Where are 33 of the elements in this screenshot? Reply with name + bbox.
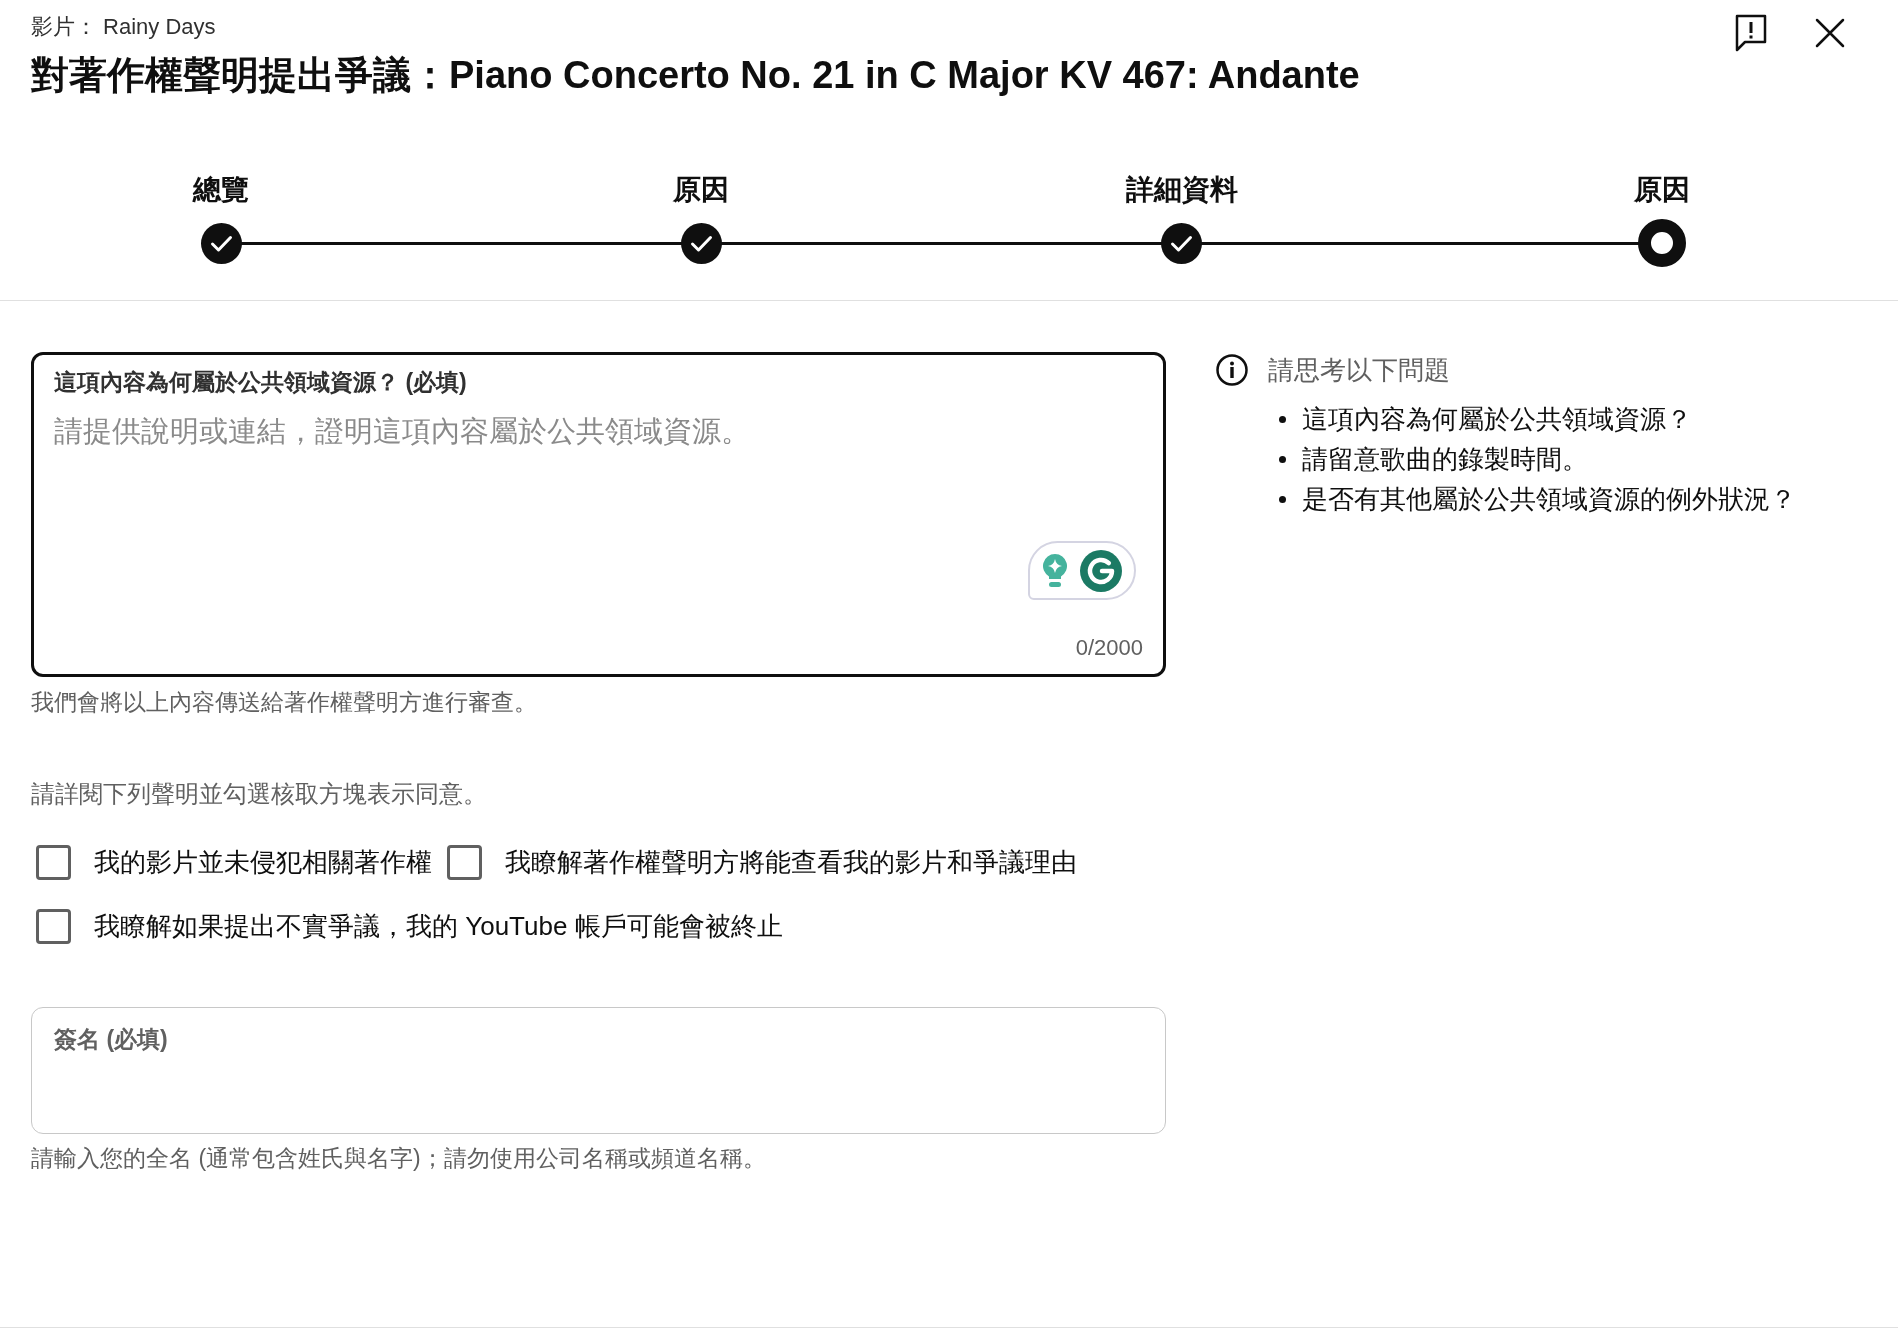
- checkbox-label: 我瞭解著作權聲明方將能查看我的影片和爭議理由: [505, 846, 1077, 878]
- step-label: 詳細資料: [1125, 173, 1238, 207]
- helper-text: 請輸入您的全名 (通常包含姓氏與名字)；請勿使用公司名稱或頻道名稱。: [31, 1144, 766, 1172]
- helper-text: 我們會將以上內容傳送給著作權聲明方進行審查。: [31, 688, 537, 716]
- checkbox-label: 我的影片並未侵犯相關著作權: [94, 846, 432, 878]
- text-area-field[interactable]: 這項內容為何屬於公共領域資源？ (必填) 請提供說明或連結，證明這項內容屬於公共領域資源。 0/2000: [31, 352, 1166, 677]
- tip-text: 這項內容為何屬於公共領域資源？: [1302, 403, 1692, 436]
- step-label: 原因: [673, 173, 730, 207]
- close-icon[interactable]: [1815, 18, 1845, 48]
- field-label: 簽名 (必填): [54, 1025, 168, 1053]
- checkbox[interactable]: [447, 844, 482, 880]
- tip-text: 是否有其他屬於公共領域資源的例外狀況？: [1302, 483, 1796, 516]
- bullet-icon: [1279, 415, 1286, 423]
- checkbox[interactable]: [36, 844, 71, 880]
- tips-heading: 請思考以下問題: [1268, 354, 1450, 387]
- info-icon: [1216, 354, 1248, 386]
- tip-text: 請留意歌曲的錄製時間。: [1302, 443, 1588, 476]
- step-label: 總覽: [193, 173, 249, 207]
- signature-field[interactable]: 簽名 (必填): [31, 1007, 1166, 1134]
- checkbox-label: 我瞭解如果提出不實爭議，我的 YouTube 帳戶可能會被終止: [94, 910, 783, 942]
- instruction-text: 請詳閱下列聲明並勾選核取方塊表示同意。: [31, 779, 487, 809]
- video-context: 影片： Rainy Days: [31, 13, 216, 41]
- alert-bubble-icon[interactable]: [1735, 14, 1767, 52]
- text-area[interactable]: 請提供說明或連結，證明這項內容屬於公共領域資源。: [54, 412, 1143, 634]
- lightbulb-icon[interactable]: [1042, 553, 1068, 588]
- step-label: 原因: [1634, 173, 1690, 207]
- dialog-title: 對著作權聲明提出爭議：Piano Concerto No. 21 in C Major KV 467: Andante: [31, 53, 1360, 98]
- bullet-icon: [1279, 455, 1286, 463]
- g-logo-icon[interactable]: [1080, 549, 1122, 592]
- character-counter: 0/2000: [1075, 634, 1143, 662]
- bullet-icon: [1279, 495, 1286, 503]
- field-label: 這項內容為何屬於公共領域資源？ (必填): [54, 368, 467, 396]
- checkbox[interactable]: [36, 908, 71, 944]
